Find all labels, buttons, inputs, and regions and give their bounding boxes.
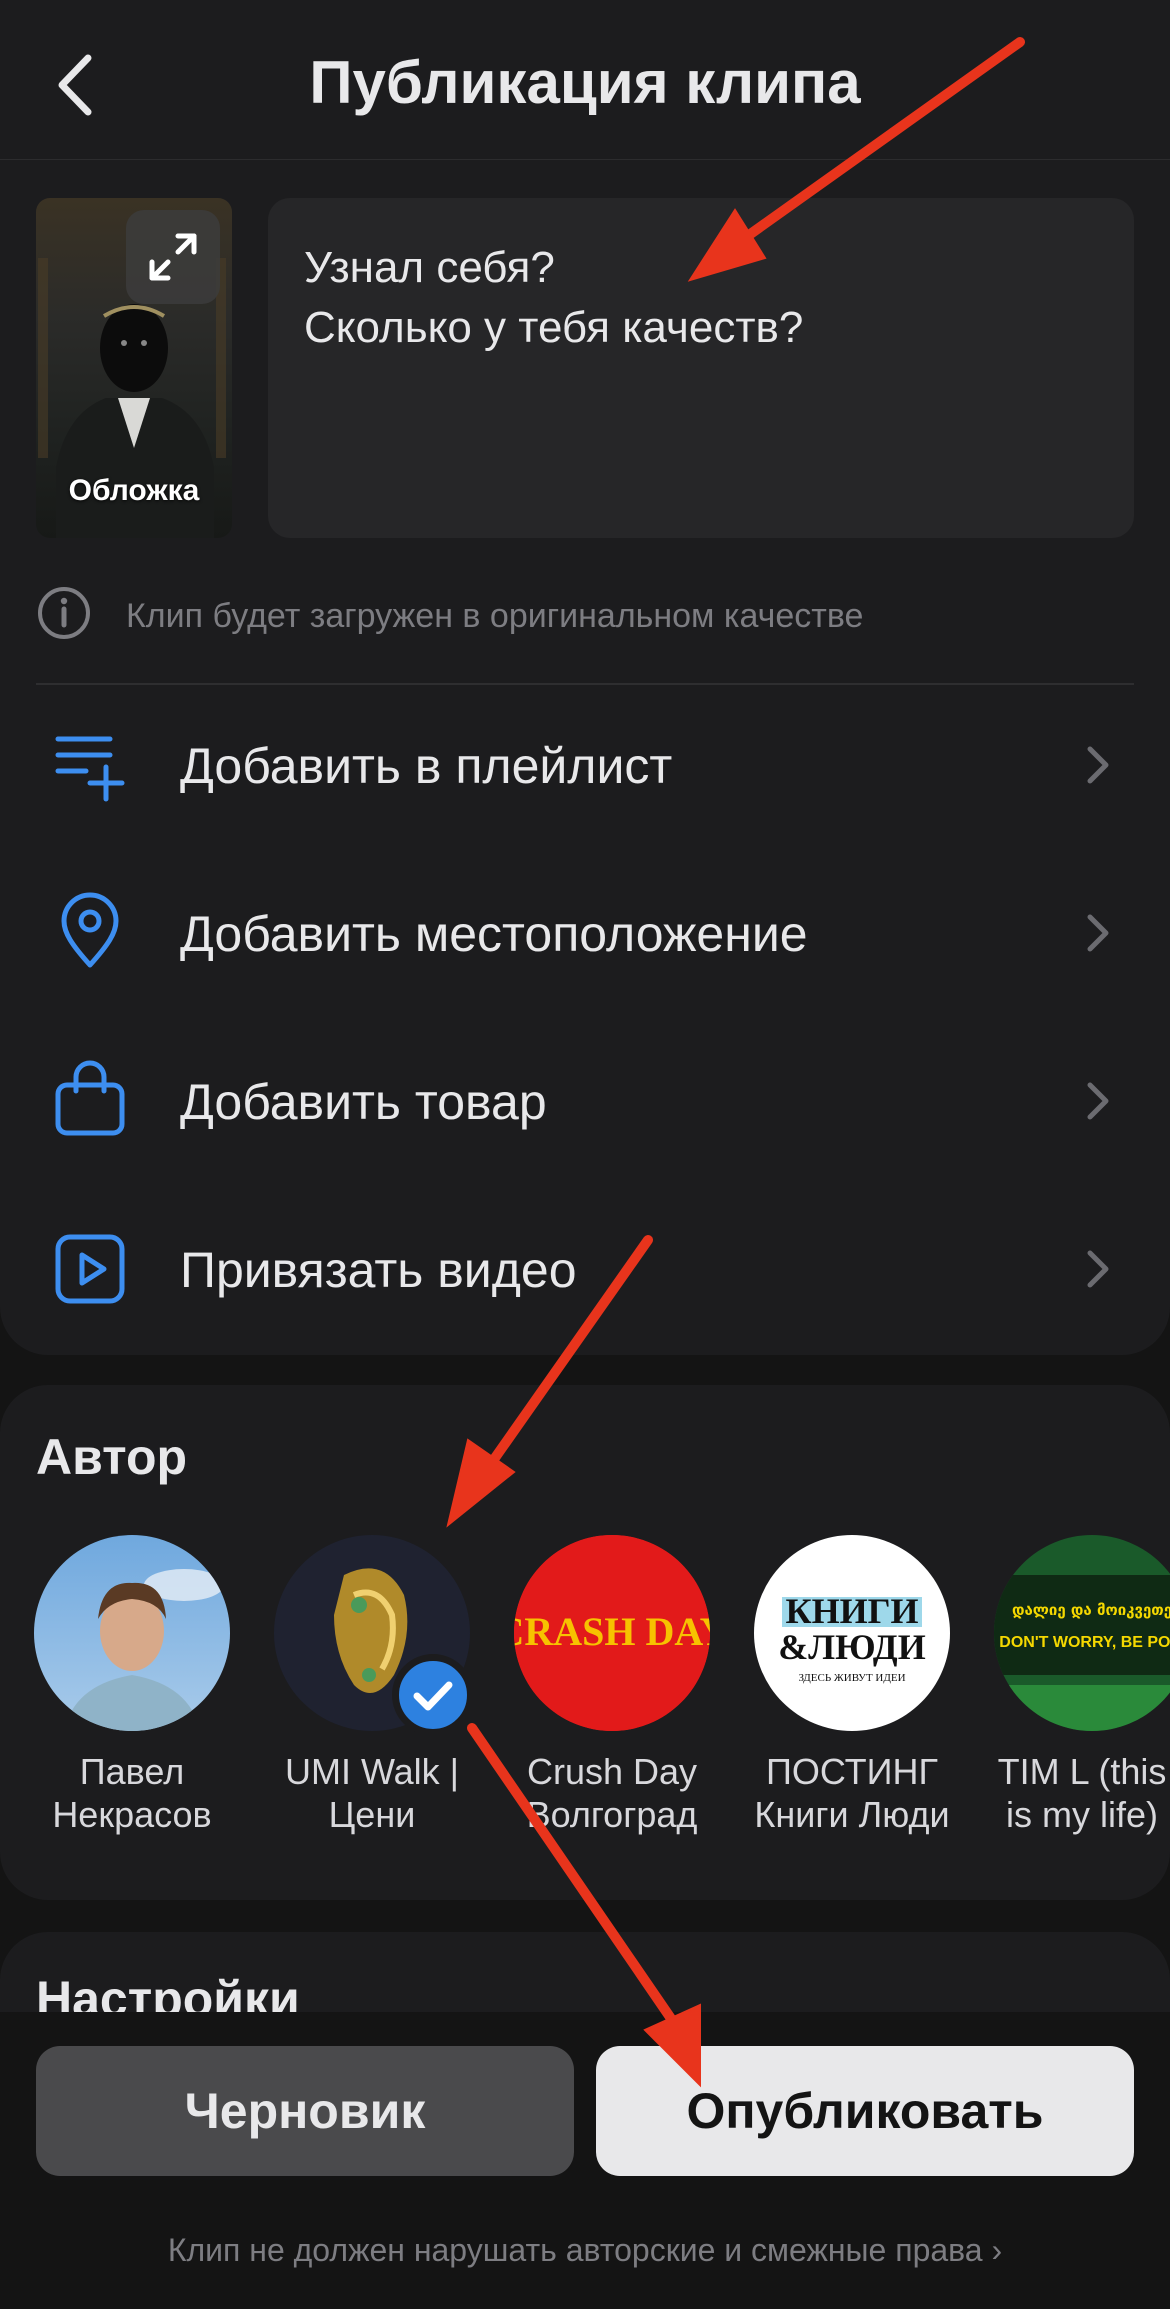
svg-text:ЗДЕСЬ ЖИВУТ ИДЕИ: ЗДЕСЬ ЖИВУТ ИДЕИ [798, 1672, 905, 1684]
info-text: Клип будет загружен в оригинальном качес… [126, 597, 864, 635]
location-pin-icon [61, 892, 119, 968]
expand-icon [149, 233, 197, 281]
header: Публикация клипа [0, 0, 1170, 160]
info-icon [38, 587, 90, 639]
copyright-notice-text: Клип не должен нарушать авторские и смеж… [167, 2232, 983, 2268]
menu-label: Добавить в плейлист [180, 738, 673, 794]
expand-cover-button[interactable] [126, 210, 220, 304]
author-section-title: Автор [36, 1429, 188, 1485]
playlist-add-icon [55, 736, 125, 802]
checkmark-icon [413, 1681, 453, 1711]
avatar [34, 1535, 230, 1731]
menu-item-add-location[interactable]: Добавить местоположение [0, 841, 1170, 1009]
video-play-icon [55, 1234, 125, 1304]
svg-text:CRASH DAY: CRASH DAY [514, 1609, 710, 1654]
selected-badge [392, 1654, 474, 1736]
avatar: КНИГИ &ЛЮДИ ЗДЕСЬ ЖИВУТ ИДЕИ [754, 1535, 950, 1731]
author-name: UMI Walk | Цени [284, 1751, 459, 1835]
svg-text:DON'T WORRY, BE POFI: DON'T WORRY, BE POFI [999, 1634, 1170, 1651]
menu-item-link-video[interactable]: Привязать видео [0, 1177, 1170, 1345]
svg-text:დალიე და მოიკვეთე: დალიე და მოიკვეთე [1012, 1601, 1170, 1619]
author-name: ПОСТИНГ Книги Люди [754, 1751, 950, 1835]
description-line-1: Узнал себя? [304, 243, 555, 292]
draft-button[interactable]: Черновик [36, 2046, 574, 2176]
publish-button[interactable]: Опубликовать [596, 2046, 1134, 2176]
menu-item-add-product[interactable]: Добавить товар [0, 1009, 1170, 1177]
shopping-bag-icon [55, 1060, 125, 1136]
chevron-right-icon [1087, 746, 1109, 784]
settings-section-title: Настройки [36, 1971, 300, 2012]
description-field[interactable]: Узнал себя? Сколько у тебя качеств? [268, 198, 1134, 538]
quality-info: Клип будет загружен в оригинальном качес… [36, 585, 1136, 645]
copyright-notice-link[interactable]: Клип не должен нарушать авторские и смеж… [0, 2232, 1170, 2269]
menu-label: Добавить местоположение [180, 906, 808, 962]
svg-text:&ЛЮДИ: &ЛЮДИ [778, 1627, 925, 1667]
menu-item-add-playlist[interactable]: Добавить в плейлист [0, 673, 1170, 841]
chevron-right-icon: › [991, 2232, 1003, 2268]
chevron-right-icon [1087, 1082, 1109, 1120]
avatar: CRASH DAY [514, 1535, 710, 1731]
chevron-right-icon [1087, 914, 1109, 952]
author-name: Crush Day Волгоград [526, 1751, 698, 1835]
menu-label: Добавить товар [180, 1074, 547, 1130]
description-line-2: Сколько у тебя качеств? [304, 303, 804, 352]
author-name: TIM L (this is my life) [997, 1751, 1167, 1835]
svg-text:КНИГИ: КНИГИ [785, 1591, 918, 1631]
menu-label: Привязать видео [180, 1242, 577, 1298]
cover-label: Обложка [68, 474, 200, 507]
chevron-right-icon [1087, 1250, 1109, 1288]
page-title: Публикация клипа [309, 49, 861, 116]
